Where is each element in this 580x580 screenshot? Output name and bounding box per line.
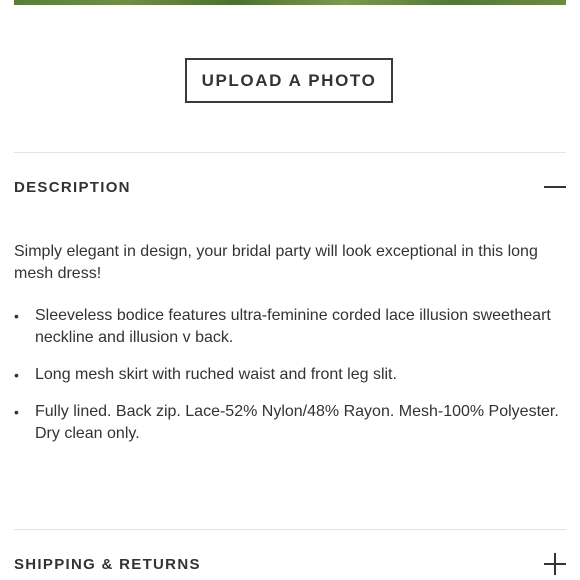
minus-icon[interactable] <box>544 176 566 198</box>
bullet-icon: • <box>14 367 19 383</box>
plus-icon[interactable] <box>544 553 566 575</box>
upload-photo-button[interactable]: UPLOAD A PHOTO <box>185 58 393 103</box>
description-section-header[interactable]: DESCRIPTION <box>14 172 566 202</box>
shipping-title: SHIPPING & RETURNS <box>14 555 201 573</box>
shipping-section-header[interactable]: SHIPPING & RETURNS <box>14 549 566 579</box>
product-details-page: UPLOAD A PHOTO DESCRIPTION Simply elegan… <box>0 0 580 580</box>
product-photo <box>14 0 566 5</box>
list-item-text: Long mesh skirt with ruched waist and fr… <box>35 366 397 383</box>
bullet-icon: • <box>14 404 19 420</box>
list-item: • Fully lined. Back zip. Lace-52% Nylon/… <box>14 401 566 445</box>
list-item-text: Sleeveless bodice features ultra-feminin… <box>35 307 551 346</box>
list-item: • Sleeveless bodice features ultra-femin… <box>14 305 566 349</box>
description-intro: Simply elegant in design, your bridal pa… <box>14 243 538 282</box>
description-title: DESCRIPTION <box>14 178 131 196</box>
divider <box>14 152 566 153</box>
divider <box>14 529 566 530</box>
list-item-text: Fully lined. Back zip. Lace-52% Nylon/48… <box>35 403 559 442</box>
bullet-icon: • <box>14 308 19 324</box>
list-item: • Long mesh skirt with ruched waist and … <box>14 364 566 386</box>
description-bullet-list: • Sleeveless bodice features ultra-femin… <box>14 305 566 460</box>
